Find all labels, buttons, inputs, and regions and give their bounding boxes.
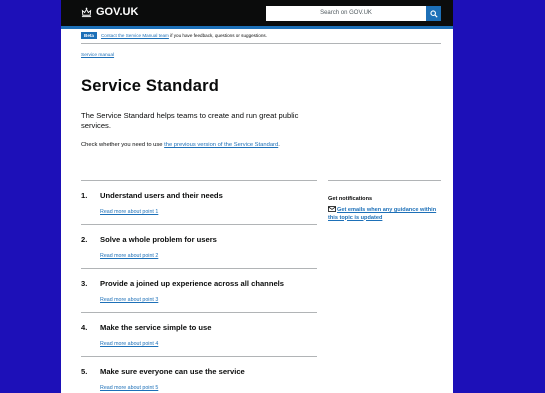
- sidebar-divider: [328, 180, 441, 181]
- contact-team-link[interactable]: Contact the Service Manual team: [101, 33, 169, 38]
- point-item-4: 4. Make the service simple to use Read mo…: [81, 313, 317, 357]
- point-item-1: 1. Understand users and their needs Read …: [81, 181, 317, 225]
- phase-banner-rest: if you have feedback, questions or sugge…: [168, 32, 267, 38]
- logo-text: GOV.UK: [96, 6, 139, 18]
- email-alerts-text: Get emails when any guidance within this…: [328, 207, 437, 221]
- main-content: Beta Contact the Service Manual team if …: [81, 29, 441, 391]
- point-number: 3.: [81, 279, 88, 288]
- point-item-2: 2. Solve a whole problem for users Read m…: [81, 225, 317, 269]
- check-end: .: [278, 142, 280, 148]
- point-heading: Provide a joined up experience across al…: [100, 279, 285, 288]
- phase-banner: Beta Contact the Service Manual team if …: [81, 29, 441, 44]
- point-read-more-link[interactable]: Read more about point 3: [100, 297, 158, 303]
- site-header: GOV.UK Search on GOV.UK: [61, 0, 453, 29]
- point-title: 5. Make sure everyone can use the service: [81, 367, 245, 376]
- point-heading: Make the service simple to use: [100, 323, 212, 332]
- phase-banner-text: Contact the Service Manual team if you h…: [101, 33, 267, 38]
- point-heading: Understand users and their needs: [100, 191, 223, 200]
- point-number: 4.: [81, 323, 88, 332]
- page-title: Service Standard: [81, 77, 220, 95]
- crown-icon: [81, 7, 92, 17]
- previous-version-link[interactable]: the previous version of the Service Stan…: [164, 142, 278, 148]
- search-button[interactable]: [426, 6, 441, 21]
- point-number: 2.: [81, 235, 88, 244]
- point-heading: Solve a whole problem for users: [100, 235, 217, 244]
- mail-icon: [328, 206, 336, 212]
- search-input[interactable]: Search on GOV.UK: [266, 6, 426, 21]
- check-text: Check whether you need to use: [81, 142, 165, 148]
- breadcrumb-service-manual[interactable]: Service manual: [81, 53, 114, 58]
- point-item-3: 3. Provide a joined up experience across …: [81, 269, 317, 313]
- points-list: 1. Understand users and their needs Read …: [81, 180, 317, 393]
- point-read-more-link[interactable]: Read more about point 5: [100, 385, 158, 391]
- point-item-5: 5. Make sure everyone can use the service…: [81, 357, 317, 393]
- point-title: 3. Provide a joined up experience across …: [81, 279, 284, 288]
- notifications-heading: Get notifications: [328, 196, 373, 202]
- point-number: 1.: [81, 191, 88, 200]
- lead-paragraph: The Service Standard helps teams to crea…: [81, 111, 299, 130]
- point-title: 2. Solve a whole problem for users: [81, 235, 217, 244]
- point-title: 4. Make the service simple to use: [81, 323, 211, 332]
- notifications-sidebar: Get notifications Get emails when any gu…: [328, 180, 441, 222]
- email-alerts-link[interactable]: Get emails when any guidance within this…: [328, 206, 441, 222]
- previous-version-note: Check whether you need to use the previo…: [81, 142, 441, 148]
- point-number: 5.: [81, 367, 88, 376]
- page: GOV.UK Search on GOV.UK Beta Contact the…: [61, 0, 453, 393]
- point-read-more-link[interactable]: Read more about point 2: [100, 253, 158, 259]
- search-icon: [429, 9, 438, 18]
- point-title: 1. Understand users and their needs: [81, 191, 223, 200]
- search-form: Search on GOV.UK: [266, 6, 441, 21]
- govuk-logo[interactable]: GOV.UK: [81, 6, 138, 18]
- breadcrumb: Service manual: [81, 53, 441, 58]
- point-heading: Make sure everyone can use the service: [100, 367, 245, 376]
- point-read-more-link[interactable]: Read more about point 1: [100, 209, 158, 215]
- beta-tag: Beta: [81, 31, 97, 39]
- point-read-more-link[interactable]: Read more about point 4: [100, 341, 158, 347]
